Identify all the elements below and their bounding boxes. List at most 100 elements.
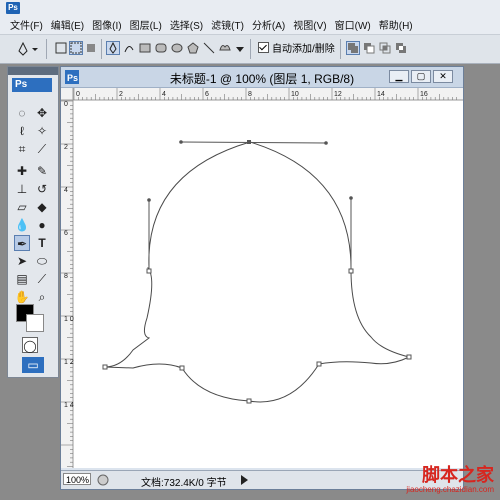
exclude-overlap-icon[interactable] — [394, 41, 408, 55]
ruler-label: 10 — [291, 91, 299, 98]
status-bar: 100% 文档:732.4K/0 字节 — [61, 470, 463, 489]
menu-window[interactable]: 窗口(W) — [333, 20, 377, 34]
direction-handle[interactable] — [147, 198, 151, 202]
freeform-pen-icon[interactable] — [122, 41, 136, 55]
ruler-label: 1 2 — [64, 359, 74, 366]
path-selection-icon[interactable]: ➤ — [14, 253, 30, 269]
add-to-path-icon[interactable] — [346, 41, 360, 55]
blur-icon[interactable]: 💧 — [14, 217, 30, 233]
zoom-icon[interactable]: ⌕ — [34, 289, 50, 305]
direction-handle[interactable] — [179, 140, 183, 144]
quick-mask-icon[interactable]: ◯ — [22, 337, 38, 353]
direction-handle[interactable] — [349, 196, 353, 200]
menu-edit[interactable]: 编辑(E) — [49, 20, 90, 34]
eraser-icon[interactable]: ▱ — [14, 199, 30, 215]
watermark: 脚本之家 jiaocheng.chazidian.com — [406, 465, 494, 494]
maximize-button[interactable]: ▢ — [411, 70, 431, 83]
slice-icon[interactable]: ⟋ — [34, 141, 50, 157]
menu-help[interactable]: 帮助(H) — [377, 20, 419, 34]
menu-row: 文件(F) 编辑(E) 图像(I) 图层(L) 选择(S) 滤镜(T) 分析(A… — [8, 20, 419, 34]
ruler-label: 6 — [64, 230, 68, 237]
watermark-url: jiaocheng.chazidian.com — [406, 485, 494, 494]
direction-handle[interactable] — [324, 141, 328, 145]
options-bar — [0, 34, 500, 64]
anchor-point[interactable] — [246, 398, 252, 404]
ruler-label: 14 — [377, 91, 385, 98]
clone-stamp-icon[interactable]: ⊥ — [14, 181, 30, 197]
status-arrow-icon[interactable] — [241, 475, 249, 485]
ruler-label: 4 — [64, 187, 68, 194]
fill-pixels-icon[interactable] — [84, 41, 98, 55]
document-titlebar[interactable]: Ps 未标题-1 @ 100% (图层 1, RGB/8) ▁ ▢ ✕ — [61, 67, 463, 88]
history-brush-icon[interactable]: ↺ — [34, 181, 50, 197]
lasso-icon[interactable]: ℓ — [14, 123, 30, 139]
eyedropper-icon[interactable]: ⟋ — [34, 271, 50, 287]
hand-icon[interactable]: ✋ — [14, 289, 30, 305]
menu-file[interactable]: 文件(F) — [8, 20, 49, 34]
menu-select[interactable]: 选择(S) — [168, 20, 209, 34]
paths-mode-icon[interactable] — [69, 41, 83, 55]
pen-tool-icon[interactable]: ✒ — [14, 235, 30, 251]
magic-wand-icon[interactable]: ✧ — [34, 123, 50, 139]
menu-analysis[interactable]: 分析(A) — [250, 20, 291, 34]
rounded-rectangle-icon[interactable] — [154, 41, 168, 55]
screen-mode-icon[interactable]: ▭ — [22, 357, 44, 373]
ps-badge: Ps — [12, 78, 52, 92]
ruler-label: 8 — [248, 91, 252, 98]
crop-icon[interactable]: ⌗ — [14, 141, 30, 157]
anchor-point[interactable] — [348, 268, 354, 274]
menu-bar: Ps 文件(F) 编辑(E) 图像(I) 图层(L) 选择(S) 滤镜(T) 分… — [0, 0, 500, 34]
anchor-point[interactable] — [179, 365, 185, 371]
ruler-label: 6 — [205, 91, 209, 98]
auto-add-delete-checkbox[interactable] — [258, 42, 269, 53]
canvas-svg: 0 2 4 6 8 10 12 14 16 0 2 4 6 8 1 0 1 2 … — [61, 88, 463, 468]
close-button[interactable]: ✕ — [433, 70, 453, 83]
ruler-label: 16 — [420, 91, 428, 98]
brush-icon[interactable]: ✎ — [34, 163, 50, 179]
anchor-point[interactable] — [316, 361, 322, 367]
direction-line — [180, 141, 327, 144]
type-icon[interactable]: T — [34, 235, 50, 251]
shape-layers-icon[interactable] — [54, 41, 68, 55]
canvas-area[interactable]: 0 2 4 6 8 10 12 14 16 0 2 4 6 8 1 0 1 2 … — [61, 88, 463, 468]
ruler-label: 2 — [64, 144, 68, 151]
ruler-label: 2 — [119, 91, 123, 98]
pen-icon[interactable] — [106, 41, 120, 55]
pen-tool-preset-icon[interactable] — [16, 41, 38, 57]
anchor-point[interactable] — [102, 364, 108, 370]
rectangle-icon[interactable] — [138, 41, 152, 55]
marquee-icon[interactable]: ◌ — [14, 105, 30, 121]
subtract-from-path-icon[interactable] — [362, 41, 376, 55]
document-size-status: 文档:732.4K/0 字节 — [141, 478, 227, 489]
photoshop-logo-icon: Ps — [6, 2, 20, 14]
anchor-point[interactable] — [146, 268, 152, 274]
anchor-point[interactable] — [406, 354, 412, 360]
menu-filter[interactable]: 滤镜(T) — [209, 20, 250, 34]
menu-layer[interactable]: 图层(L) — [128, 20, 168, 34]
paint-bucket-icon[interactable]: ◆ — [34, 199, 50, 215]
minimize-button[interactable]: ▁ — [389, 70, 409, 83]
polygon-icon[interactable] — [186, 41, 200, 55]
toolbox-header[interactable] — [8, 67, 58, 75]
intersect-path-icon[interactable] — [378, 41, 392, 55]
shape-icon[interactable]: ⬭ — [34, 253, 50, 269]
zoom-field[interactable]: 100% — [63, 473, 91, 485]
auto-add-delete-label: 自动添加/删除 — [272, 44, 335, 55]
healing-brush-icon[interactable]: ✚ — [14, 163, 30, 179]
background-color-swatch[interactable] — [26, 314, 44, 332]
ruler-label: 0 — [76, 91, 80, 98]
move-icon[interactable]: ✥ — [34, 105, 50, 121]
menu-view[interactable]: 视图(V) — [291, 20, 332, 34]
chevron-down-icon[interactable] — [236, 47, 244, 53]
status-menu-icon[interactable] — [97, 474, 109, 486]
dodge-icon[interactable]: ● — [34, 217, 50, 233]
custom-shape-icon[interactable] — [218, 41, 232, 55]
notes-icon[interactable]: ▤ — [14, 271, 30, 287]
document-window: Ps 未标题-1 @ 100% (图层 1, RGB/8) ▁ ▢ ✕ 0 2 … — [60, 66, 464, 490]
line-icon[interactable] — [202, 41, 216, 55]
toolbox-panel: Ps ◌ ✥ ℓ ✧ ⌗ ⟋ ✚ ✎ ⊥ ↺ ▱ ◆ 💧 ● ✒ T ➤ ⬭ ▤… — [7, 66, 59, 378]
anchor-point[interactable] — [247, 140, 251, 144]
ellipse-icon[interactable] — [170, 41, 184, 55]
auto-add-delete-option[interactable]: 自动添加/删除 — [258, 40, 335, 55]
menu-image[interactable]: 图像(I) — [90, 20, 127, 34]
